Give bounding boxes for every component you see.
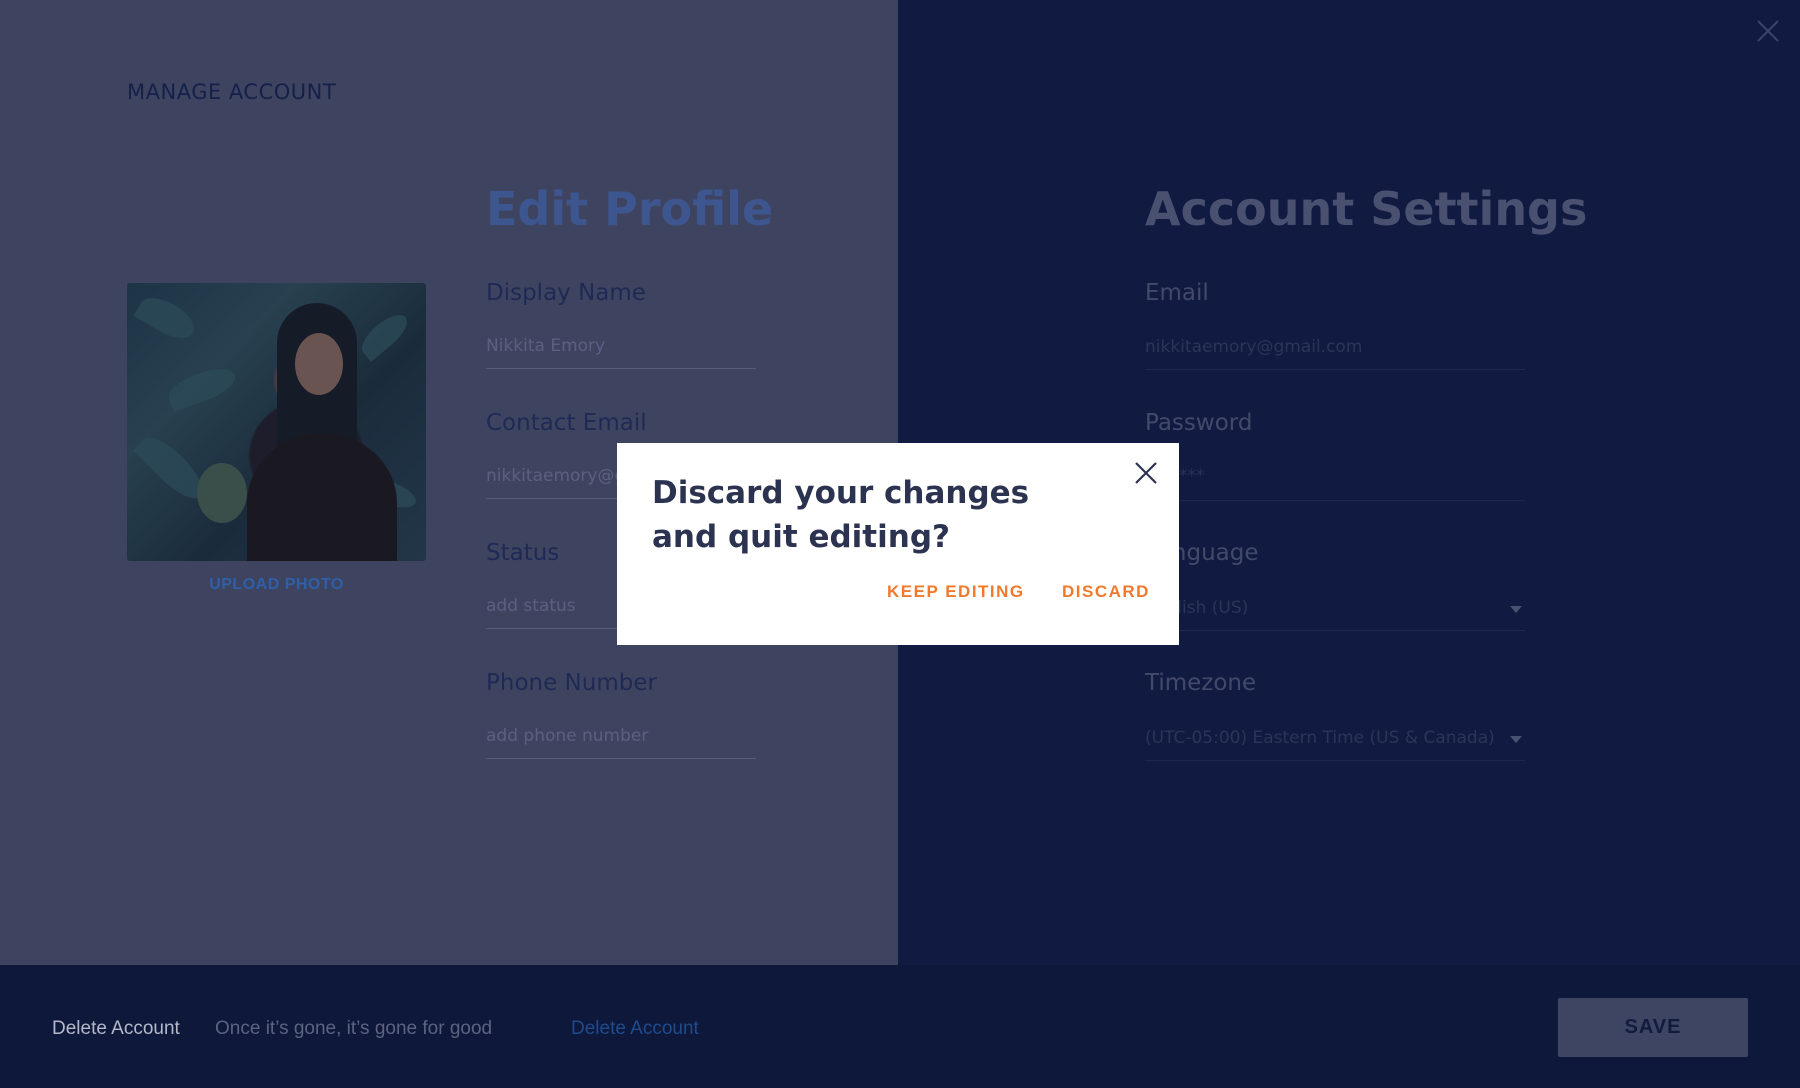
- password-underline: [1145, 500, 1525, 501]
- delete-account-link[interactable]: Delete Account: [571, 1018, 699, 1040]
- close-icon[interactable]: [1755, 18, 1781, 44]
- timezone-underline: [1145, 760, 1525, 761]
- discard-changes-dialog: Discard your changes and quit editing? K…: [617, 443, 1179, 645]
- phone-number-label: Phone Number: [486, 670, 657, 696]
- display-name-underline: [486, 368, 756, 369]
- language-underline: [1145, 630, 1525, 631]
- email-underline: [1145, 369, 1525, 370]
- upload-photo-button[interactable]: UPLOAD PHOTO: [127, 576, 426, 594]
- status-input[interactable]: add status: [486, 596, 576, 616]
- profile-photo: [127, 283, 426, 561]
- save-button[interactable]: SAVE: [1558, 998, 1748, 1057]
- discard-button[interactable]: DISCARD: [1062, 582, 1150, 602]
- password-label: Password: [1145, 410, 1253, 436]
- status-label: Status: [486, 540, 560, 566]
- chevron-down-icon[interactable]: [1510, 606, 1522, 613]
- phone-number-underline: [486, 758, 756, 759]
- delete-account-description: Once it’s gone, it’s gone for good: [215, 1018, 493, 1039]
- display-name-input[interactable]: Nikkita Emory: [486, 336, 605, 356]
- timezone-label: Timezone: [1145, 670, 1257, 696]
- account-settings-heading: Account Settings: [1145, 182, 1588, 236]
- contact-email-label: Contact Email: [486, 410, 647, 436]
- page-title: MANAGE ACCOUNT: [127, 80, 337, 104]
- edit-profile-heading: Edit Profile: [486, 182, 774, 236]
- display-name-label: Display Name: [486, 280, 646, 306]
- keep-editing-button[interactable]: KEEP EDITING: [887, 582, 1025, 602]
- contact-email-input[interactable]: nikkitaemory@g: [486, 466, 625, 486]
- dialog-title: Discard your changes and quit editing?: [652, 475, 1030, 555]
- email-input[interactable]: nikkitaemory@gmail.com: [1145, 337, 1362, 357]
- phone-number-input[interactable]: add phone number: [486, 726, 648, 746]
- email-label: Email: [1145, 280, 1209, 306]
- delete-account-label: Delete Account: [52, 1018, 180, 1039]
- close-icon[interactable]: [1133, 460, 1159, 486]
- chevron-down-icon[interactable]: [1510, 736, 1522, 743]
- timezone-select[interactable]: (UTC-05:00) Eastern Time (US & Canada): [1145, 728, 1495, 748]
